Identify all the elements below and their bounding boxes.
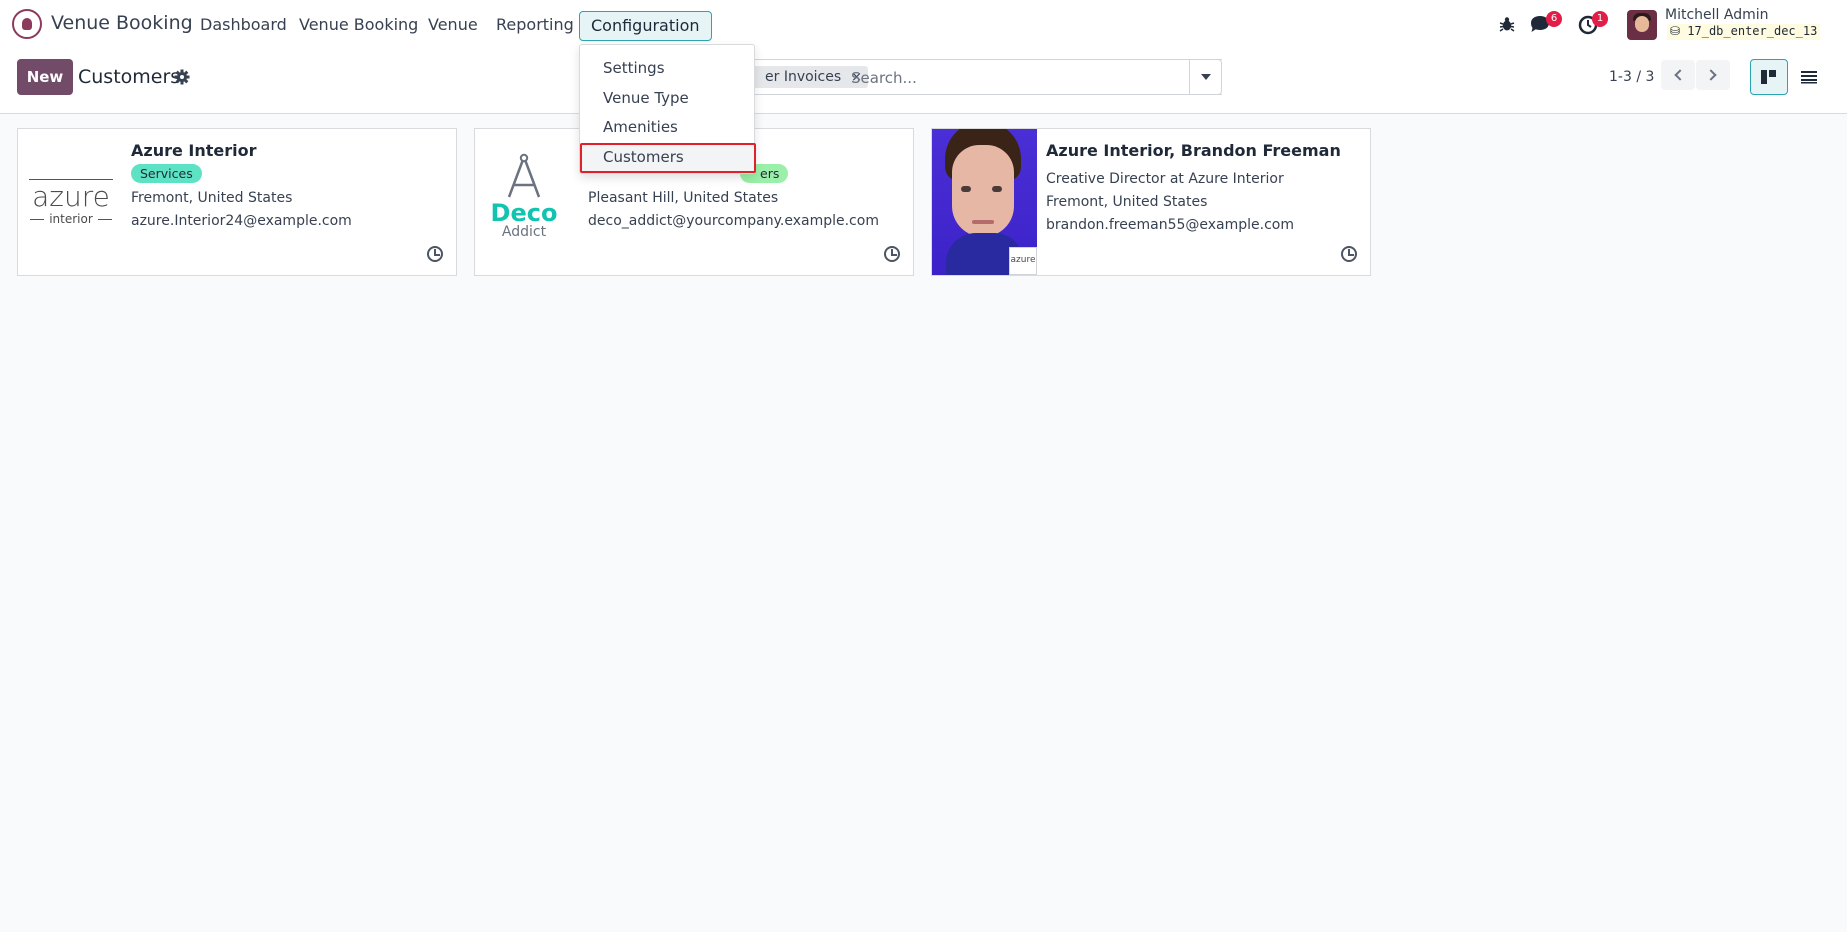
- pager-previous-button[interactable]: [1661, 60, 1695, 90]
- gear-icon[interactable]: [174, 69, 190, 85]
- card-email: deco_addict@yourcompany.example.com: [588, 213, 879, 229]
- kanban-icon: [1761, 70, 1776, 84]
- card-location: Fremont, United States: [131, 190, 293, 206]
- logo-word: Deco: [490, 199, 558, 227]
- chevron-right-icon: [1705, 69, 1717, 81]
- app-logo-icon[interactable]: [12, 9, 42, 39]
- category-tag: Services: [131, 164, 202, 183]
- user-avatar[interactable]: [1627, 10, 1657, 40]
- menu-reporting[interactable]: Reporting: [496, 15, 574, 34]
- company-mini-logo: azure: [1010, 255, 1036, 265]
- logo-word: azure: [32, 180, 110, 213]
- control-panel: New Customers er Invoices× 1-3 / 3: [0, 50, 1847, 114]
- pager-value[interactable]: 1-3 / 3: [1609, 69, 1654, 85]
- card-email: azure.Interior24@example.com: [131, 213, 352, 229]
- search-bar[interactable]: er Invoices ×: [744, 59, 1222, 95]
- debug-bug-icon[interactable]: [1498, 15, 1516, 33]
- dropdown-item-amenities[interactable]: Amenities: [603, 118, 678, 136]
- card-email: brandon.freeman55@example.com: [1046, 217, 1294, 233]
- menu-venue[interactable]: Venue: [428, 15, 478, 34]
- chevron-left-icon: [1674, 69, 1686, 81]
- dropdown-item-customers[interactable]: Customers: [603, 148, 684, 166]
- logo-sub: interior: [49, 212, 93, 226]
- kanban-view-button[interactable]: [1750, 59, 1788, 95]
- menu-venue-booking[interactable]: Venue Booking: [299, 15, 418, 34]
- compass-icon: [507, 153, 541, 198]
- activity-clock-icon[interactable]: [884, 246, 900, 262]
- logo-sub: Addict: [501, 224, 547, 240]
- card-title: Azure Interior, Brandon Freeman: [1046, 141, 1341, 160]
- user-name[interactable]: Mitchell Admin: [1665, 7, 1769, 23]
- database-name: ⛁ 17_db_enter_dec_13: [1667, 24, 1821, 40]
- search-facet[interactable]: er Invoices ×: [745, 66, 869, 88]
- company-logo: Deco Addict: [489, 153, 559, 239]
- card-title: Azure Interior: [131, 141, 257, 160]
- new-button[interactable]: New: [17, 59, 73, 95]
- app-name[interactable]: Venue Booking: [51, 12, 193, 34]
- card-location: Fremont, United States: [1046, 194, 1208, 210]
- database-label: 17_db_enter_dec_13: [1687, 24, 1818, 38]
- messages-count-badge: 6: [1546, 11, 1562, 27]
- list-view-button[interactable]: [1790, 59, 1828, 95]
- customer-card[interactable]: azure interior Azure Interior Services F…: [17, 128, 457, 276]
- activities-count-badge: 1: [1592, 11, 1608, 27]
- activity-clock-icon[interactable]: [427, 246, 443, 262]
- pager-next-button[interactable]: [1696, 60, 1730, 90]
- list-icon: [1801, 71, 1817, 84]
- caret-down-icon: [1200, 74, 1211, 80]
- menu-dashboard[interactable]: Dashboard: [200, 15, 287, 34]
- card-location: Pleasant Hill, United States: [588, 190, 779, 206]
- card-job-title: Creative Director at Azure Interior: [1046, 171, 1284, 187]
- company-logo: azure interior: [29, 179, 113, 226]
- contact-photo: azure: [932, 129, 1037, 275]
- page-title: Customers: [78, 66, 181, 88]
- dropdown-item-settings[interactable]: Settings: [603, 59, 665, 77]
- top-navbar: Venue Booking Dashboard Venue Booking Ve…: [0, 0, 1847, 50]
- menu-configuration[interactable]: Configuration: [579, 11, 712, 41]
- activity-clock-icon[interactable]: [1341, 246, 1357, 262]
- search-input[interactable]: [851, 69, 1191, 87]
- configuration-dropdown: Settings Venue Type Amenities Customers: [579, 44, 756, 174]
- search-options-toggle[interactable]: [1189, 59, 1222, 95]
- dropdown-item-venue-type[interactable]: Venue Type: [603, 89, 689, 107]
- customer-card[interactable]: azure Azure Interior, Brandon Freeman Cr…: [931, 128, 1371, 276]
- database-icon: ⛁: [1670, 24, 1688, 38]
- facet-label: er Invoices: [765, 69, 842, 85]
